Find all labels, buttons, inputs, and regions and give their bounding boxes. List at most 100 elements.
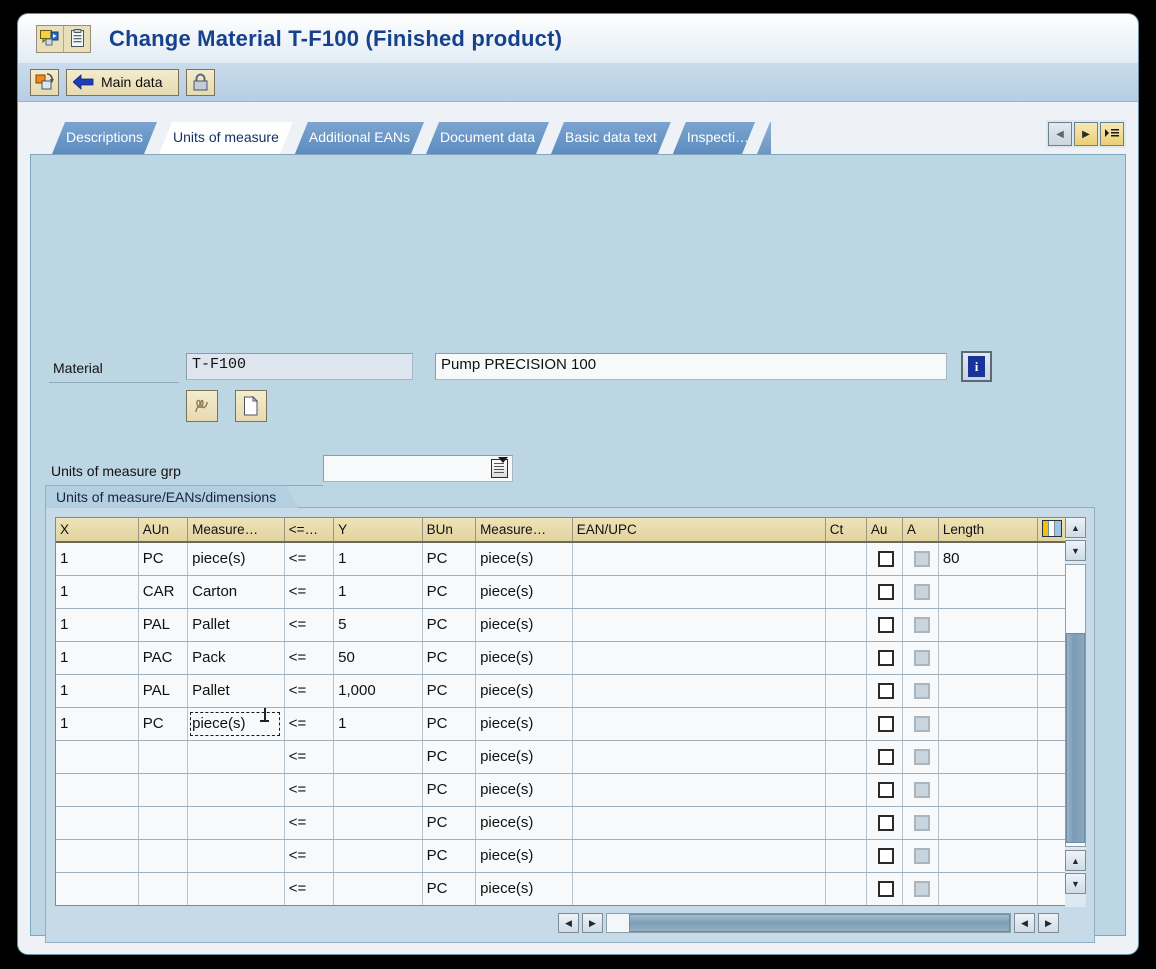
cell-measure-2[interactable]: piece(s) bbox=[475, 641, 573, 675]
table-row[interactable]: <= PC piece(s) bbox=[56, 839, 1066, 873]
cell-length[interactable] bbox=[938, 641, 1038, 675]
switch-view-button[interactable] bbox=[30, 68, 59, 96]
table-row[interactable]: 1 PC piece(s) <= 1 PC piece(s) bbox=[56, 707, 1066, 741]
checkbox-au[interactable] bbox=[878, 584, 895, 601]
cell-aun[interactable] bbox=[138, 872, 189, 905]
cell-ct[interactable] bbox=[825, 839, 867, 873]
cell-measure-2[interactable]: piece(s) bbox=[475, 542, 573, 576]
cell-length[interactable] bbox=[938, 707, 1038, 741]
long-text-button[interactable] bbox=[186, 390, 218, 422]
cell-ct[interactable] bbox=[825, 641, 867, 675]
tab-scroll-left-button[interactable]: ◀ bbox=[1048, 122, 1072, 146]
table-row[interactable]: <= PC piece(s) bbox=[56, 773, 1066, 807]
column-header-measure-1[interactable]: Measure… bbox=[187, 518, 285, 543]
cell-aun[interactable]: PAL bbox=[138, 674, 189, 708]
cell-ct[interactable] bbox=[825, 872, 867, 905]
cell-length[interactable] bbox=[938, 839, 1038, 873]
cell-y[interactable] bbox=[333, 740, 423, 774]
cell-aun[interactable]: PAC bbox=[138, 641, 189, 675]
cell-ean-upc[interactable] bbox=[572, 806, 826, 840]
column-header-au[interactable]: Au bbox=[866, 518, 903, 543]
hscroll-page-right-button[interactable]: ▶ bbox=[1038, 913, 1059, 933]
cell-y[interactable]: 1 bbox=[333, 575, 423, 609]
checkbox-au[interactable] bbox=[878, 815, 895, 832]
cell-aun[interactable]: PC bbox=[138, 542, 189, 576]
cell-aun[interactable] bbox=[138, 839, 189, 873]
hscroll-thumb[interactable] bbox=[629, 914, 1010, 932]
cell-bun[interactable]: PC bbox=[422, 806, 477, 840]
cell-x[interactable]: 1 bbox=[56, 641, 139, 675]
scroll-track[interactable] bbox=[1065, 564, 1086, 847]
column-header-aun[interactable]: AUn bbox=[138, 518, 189, 543]
cell-x[interactable]: 1 bbox=[56, 674, 139, 708]
checkbox-au[interactable] bbox=[878, 782, 895, 799]
tab-list-button[interactable] bbox=[1100, 122, 1124, 146]
cell-ean-upc[interactable] bbox=[572, 740, 826, 774]
column-header-comparison[interactable]: <=… bbox=[284, 518, 335, 543]
scroll-page-down-button[interactable]: ▼ bbox=[1065, 873, 1086, 894]
tab-units-of-measure[interactable]: Units of measure bbox=[159, 122, 293, 154]
cell-y[interactable]: 5 bbox=[333, 608, 423, 642]
cell-x[interactable] bbox=[56, 740, 139, 774]
cell-measure-1[interactable]: piece(s) bbox=[187, 542, 285, 576]
cell-x[interactable] bbox=[56, 839, 139, 873]
table-row[interactable]: 1 CAR Carton <= 1 PC piece(s) bbox=[56, 575, 1066, 609]
cell-ct[interactable] bbox=[825, 674, 867, 708]
cell-x[interactable]: 1 bbox=[56, 707, 139, 741]
cell-measure-2[interactable]: piece(s) bbox=[475, 674, 573, 708]
document-button[interactable] bbox=[235, 390, 267, 422]
column-header-bun[interactable]: BUn bbox=[422, 518, 477, 543]
table-row[interactable]: <= PC piece(s) bbox=[56, 806, 1066, 840]
tab-document-data[interactable]: Document data bbox=[426, 122, 549, 154]
cell-bun[interactable]: PC bbox=[422, 740, 477, 774]
cell-y[interactable] bbox=[333, 872, 423, 905]
hscroll-page-left-button[interactable]: ◀ bbox=[1014, 913, 1035, 933]
cell-measure-1[interactable]: Pack bbox=[187, 641, 285, 675]
column-header-ean-upc[interactable]: EAN/UPC bbox=[572, 518, 826, 543]
scroll-down-button[interactable]: ▼ bbox=[1065, 540, 1086, 561]
cell-bun[interactable]: PC bbox=[422, 641, 477, 675]
cell-aun[interactable] bbox=[138, 773, 189, 807]
cell-y[interactable] bbox=[333, 839, 423, 873]
cell-au[interactable] bbox=[866, 806, 903, 840]
cell-au[interactable] bbox=[866, 773, 903, 807]
cell-ct[interactable] bbox=[825, 740, 867, 774]
cell-x[interactable]: 1 bbox=[56, 575, 139, 609]
column-header-a[interactable]: A bbox=[902, 518, 939, 543]
cell-ct[interactable] bbox=[825, 773, 867, 807]
cell-y[interactable] bbox=[333, 806, 423, 840]
column-config-button[interactable] bbox=[1037, 518, 1066, 543]
cell-y[interactable]: 1,000 bbox=[333, 674, 423, 708]
cell-length[interactable] bbox=[938, 773, 1038, 807]
cell-y[interactable]: 50 bbox=[333, 641, 423, 675]
cell-au[interactable] bbox=[866, 872, 903, 905]
cell-x[interactable] bbox=[56, 773, 139, 807]
dropdown-search-help-icon[interactable] bbox=[491, 457, 508, 478]
cell-measure-2[interactable]: piece(s) bbox=[475, 707, 573, 741]
cell-bun[interactable]: PC bbox=[422, 542, 477, 576]
cell-bun[interactable]: PC bbox=[422, 608, 477, 642]
grid-horizontal-scrollbar[interactable]: ◀ ▶ ◀ ▶ bbox=[558, 912, 1059, 934]
cell-aun[interactable]: PC bbox=[138, 707, 189, 741]
cell-ean-upc[interactable] bbox=[572, 872, 826, 905]
column-header-x[interactable]: X bbox=[56, 518, 139, 543]
cell-bun[interactable]: PC bbox=[422, 839, 477, 873]
hscroll-track[interactable] bbox=[606, 913, 1011, 933]
cell-ean-upc[interactable] bbox=[572, 575, 826, 609]
cell-au[interactable] bbox=[866, 674, 903, 708]
column-header-measure-2[interactable]: Measure… bbox=[475, 518, 573, 543]
cell-x[interactable]: 1 bbox=[56, 542, 139, 576]
cell-ct[interactable] bbox=[825, 707, 867, 741]
table-row[interactable]: 1 PAL Pallet <= 5 PC piece(s) bbox=[56, 608, 1066, 642]
column-header-ct[interactable]: Ct bbox=[825, 518, 867, 543]
cell-length[interactable] bbox=[938, 740, 1038, 774]
cell-bun[interactable]: PC bbox=[422, 674, 477, 708]
cell-au[interactable] bbox=[866, 707, 903, 741]
cell-ct[interactable] bbox=[825, 575, 867, 609]
checkbox-au[interactable] bbox=[878, 683, 895, 700]
cell-ean-upc[interactable] bbox=[572, 707, 826, 741]
checkbox-au[interactable] bbox=[878, 617, 895, 634]
material-description-input[interactable]: Pump PRECISION 100 bbox=[435, 353, 947, 380]
cell-ct[interactable] bbox=[825, 608, 867, 642]
column-header-y[interactable]: Y bbox=[333, 518, 423, 543]
